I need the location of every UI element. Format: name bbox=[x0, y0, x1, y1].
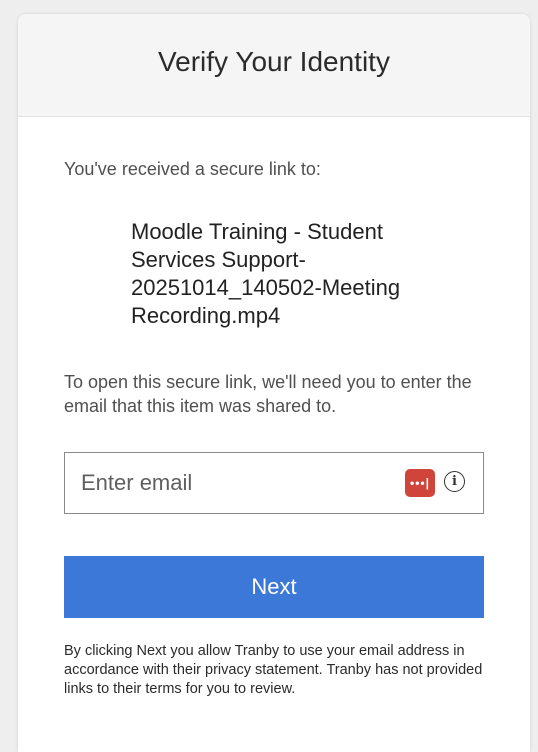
dialog-content: You've received a secure link to: Moodle… bbox=[18, 159, 530, 699]
shared-file-name: Moodle Training - Student Services Suppo… bbox=[131, 219, 401, 328]
email-field-container: •••| i bbox=[64, 452, 484, 514]
email-input[interactable] bbox=[65, 455, 417, 511]
info-icon[interactable]: i bbox=[444, 471, 465, 492]
dialog-header: Verify Your Identity bbox=[18, 14, 530, 117]
intro-text: You've received a secure link to: bbox=[64, 159, 321, 179]
page-title: Verify Your Identity bbox=[158, 46, 390, 77]
instructions-text: To open this secure link, we'll need you… bbox=[64, 372, 472, 416]
verify-identity-dialog: Verify Your Identity You've received a s… bbox=[18, 14, 530, 752]
next-button[interactable]: Next bbox=[64, 556, 484, 618]
privacy-disclaimer: By clicking Next you allow Tranby to use… bbox=[64, 643, 483, 697]
password-manager-icon[interactable]: •••| bbox=[405, 469, 435, 497]
